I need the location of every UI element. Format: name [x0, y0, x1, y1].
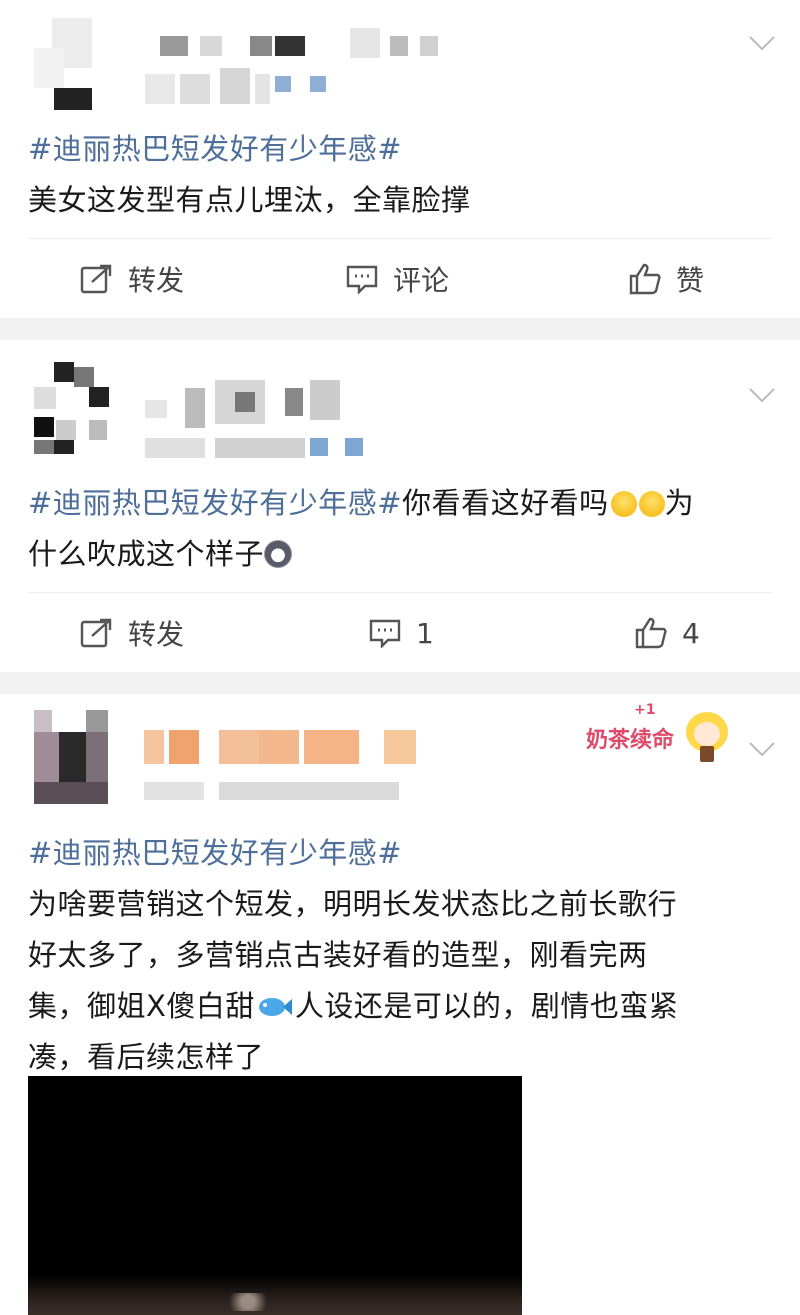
comment-icon: [369, 619, 401, 648]
avatar[interactable]: [34, 18, 114, 110]
cartoon-girl-icon: [682, 708, 732, 762]
post-card-3: +1 奶茶续命 #迪丽热巴短发好有少年感# 为啥要营销这个短发，明明长发状态比之…: [0, 694, 800, 1315]
repost-label: 转发: [128, 264, 185, 297]
more-chevron-icon[interactable]: [748, 740, 776, 758]
badge-text: 奶茶续命: [586, 728, 675, 753]
hashtag-link[interactable]: #迪丽热巴短发好有少年感#: [28, 132, 402, 166]
fish-emoji-icon: [258, 998, 292, 1016]
like-button[interactable]: 赞: [628, 239, 704, 319]
post-body-line: 为啥要营销这个短发，明明长发状态比之前长歌行: [28, 887, 678, 921]
husky-emoji-icon: [264, 540, 293, 568]
repost-icon: [80, 264, 112, 294]
post-body: 美女这发型有点儿埋汰，全靠脸撑: [28, 183, 471, 217]
like-button[interactable]: 4: [634, 593, 700, 673]
like-count: 4: [682, 616, 700, 650]
post-body-line2: 什么吹成这个样子: [28, 537, 265, 571]
hashtag-link[interactable]: #迪丽热巴短发好有少年感#: [28, 836, 402, 870]
feed-separator: [0, 318, 800, 340]
avatar[interactable]: [34, 710, 110, 804]
more-chevron-icon[interactable]: [748, 386, 776, 404]
video-thumbnail[interactable]: [28, 1076, 522, 1315]
post-body-line1-end: 为: [664, 486, 695, 520]
username-blurred[interactable]: [145, 380, 445, 460]
comment-label: 评论: [393, 264, 450, 297]
badge-plus-one: +1: [634, 702, 656, 718]
like-label: 赞: [676, 264, 705, 297]
like-icon: [629, 263, 661, 295]
post-body-line1: 你看看这好看吗: [402, 486, 609, 520]
post-body-line: 人设还是可以的，剧情也蛮紧: [294, 989, 679, 1023]
username-blurred[interactable]: [144, 730, 424, 800]
post-body-line: 好太多了，多营销点古装好看的造型，刚看完两: [28, 938, 648, 972]
post-text: #迪丽热巴短发好有少年感# 为啥要营销这个短发，明明长发状态比之前长歌行 好太多…: [28, 828, 772, 1083]
action-bar: 转发 评论 赞: [0, 239, 800, 319]
like-icon: [635, 617, 667, 649]
post-card-2: #迪丽热巴短发好有少年感#你看看这好看吗 为 什么吹成这个样子 转发 1 4: [0, 340, 800, 672]
post-text: #迪丽热巴短发好有少年感#你看看这好看吗 为 什么吹成这个样子: [28, 478, 772, 580]
post-card-1: #迪丽热巴短发好有少年感# 美女这发型有点儿埋汰，全靠脸撑 转发 评论 赞: [0, 0, 800, 318]
milk-tea-badge[interactable]: +1 奶茶续命: [570, 702, 750, 768]
comment-icon: [346, 265, 378, 294]
post-text: #迪丽热巴短发好有少年感# 美女这发型有点儿埋汰，全靠脸撑: [28, 124, 772, 226]
feed-separator: [0, 672, 800, 694]
repost-button[interactable]: 转发: [80, 593, 184, 673]
repost-button[interactable]: 转发: [80, 239, 184, 319]
sad-sweat-emoji-icon: [638, 491, 665, 517]
comment-button[interactable]: 1: [368, 593, 434, 673]
avatar[interactable]: [34, 362, 114, 454]
post-body-line: 集，御姐X傻白甜: [28, 989, 255, 1023]
more-chevron-icon[interactable]: [748, 34, 776, 52]
repost-label: 转发: [128, 618, 185, 651]
username-blurred[interactable]: [150, 28, 450, 62]
post-body-line: 凑，看后续怎样了: [28, 1040, 265, 1074]
repost-icon: [80, 618, 112, 648]
sad-sweat-emoji-icon: [610, 491, 637, 517]
action-bar: 转发 1 4: [0, 593, 800, 673]
headdress-image: [218, 1293, 278, 1311]
comment-button[interactable]: 评论: [345, 239, 449, 319]
comment-count: 1: [416, 616, 434, 650]
post-meta-blurred: [145, 68, 345, 108]
hashtag-link[interactable]: #迪丽热巴短发好有少年感#: [28, 486, 402, 520]
